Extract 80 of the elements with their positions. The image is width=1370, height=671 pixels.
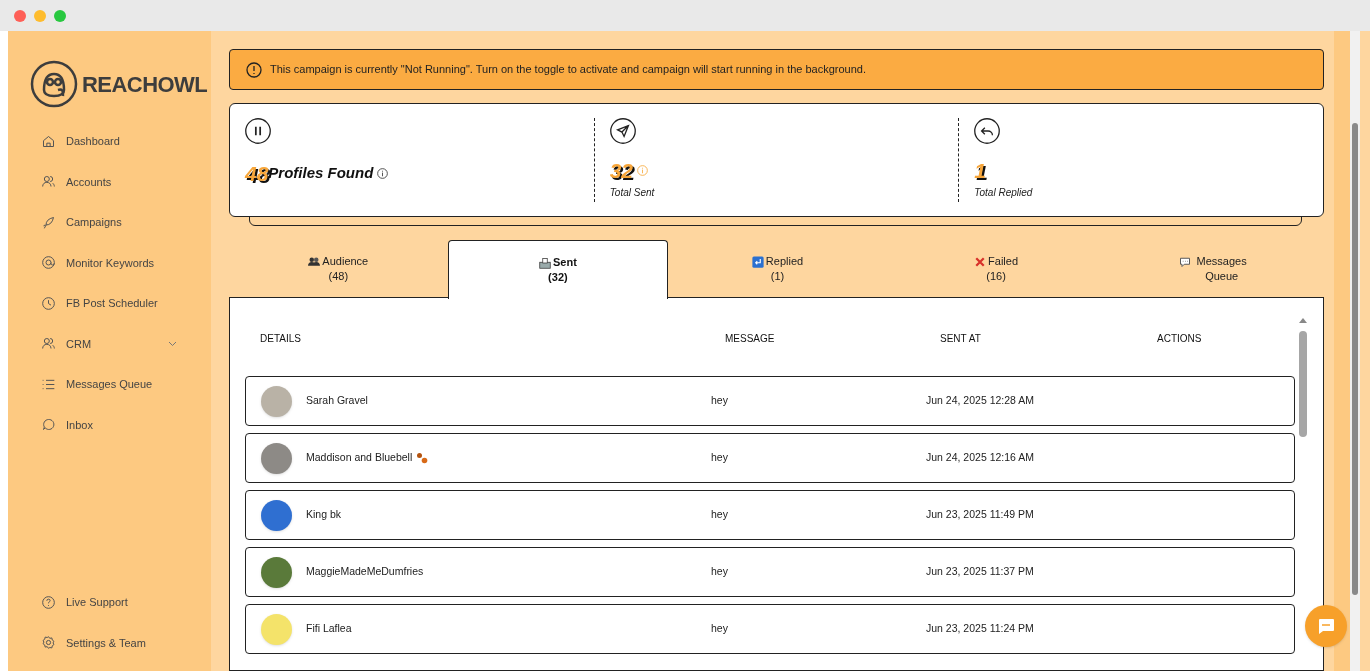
contact-name: Maddison and Bluebell: [306, 450, 413, 466]
tab[interactable]: Audience (48): [229, 240, 448, 299]
sent-time: Jun 23, 2025 11:37 PM: [926, 564, 1035, 580]
sidebar-item[interactable]: Accounts: [8, 161, 211, 202]
sidebar-item[interactable]: Dashboard: [8, 121, 211, 162]
send-icon: [609, 118, 636, 145]
users-icon: [41, 174, 56, 190]
tab[interactable]: Messages Queue: [1105, 240, 1324, 299]
avatar: [261, 613, 292, 645]
chevron-down-icon: [168, 340, 177, 347]
sent-time: Jun 24, 2025 12:28 AM: [926, 393, 1035, 409]
at-sign-icon: [41, 255, 56, 271]
table-row[interactable]: Fifi Laflea hey Jun 23, 2025 11:24 PM: [245, 604, 1295, 655]
contact-name: Sarah Gravel: [306, 393, 368, 409]
home-icon: [41, 133, 56, 149]
stat-label: Profiles Found: [268, 163, 374, 184]
brand-name: REACHOWL: [82, 70, 208, 99]
table-row[interactable]: Sarah Gravel hey Jun 24, 2025 12:28 AM: [245, 376, 1295, 427]
stat-number: 32: [609, 160, 634, 182]
scrollbar-thumb[interactable]: [1299, 331, 1307, 438]
table-row[interactable]: King bk hey Jun 23, 2025 11:49 PM: [245, 490, 1295, 541]
column-header: DETAILS: [260, 331, 302, 346]
warning-icon: [246, 61, 262, 78]
tray-icon: [538, 256, 551, 269]
cross-icon: [974, 256, 987, 269]
sidebar-item[interactable]: Settings & Team: [8, 622, 211, 663]
sidebar-item[interactable]: Monitor Keywords: [8, 242, 211, 283]
sidebar-item[interactable]: Live Support: [8, 582, 211, 623]
stat-number: 48: [245, 163, 269, 184]
column-header: MESSAGE: [725, 331, 776, 346]
message-text: hey: [711, 564, 729, 580]
tab[interactable]: Sent (32): [447, 240, 669, 300]
sent-time: Jun 23, 2025 11:49 PM: [926, 507, 1035, 523]
sidebar-item[interactable]: Inbox: [8, 404, 211, 445]
contact-name: Fifi Laflea: [306, 621, 352, 637]
stat-label: Total Replied: [974, 186, 1034, 201]
sent-time: Jun 24, 2025 12:16 AM: [926, 450, 1035, 466]
message-text: hey: [711, 621, 729, 637]
alert-message: This campaign is currently "Not Running". Turn on the toggle to activate and campaign will start running in the background.: [270, 62, 867, 78]
close-button[interactable]: [14, 9, 26, 22]
column-header: SENT AT: [940, 331, 982, 346]
contact-name: MaggieMadeMeDumfries: [306, 564, 424, 580]
info-icon: [377, 168, 389, 179]
settings-icon: [41, 635, 56, 651]
minimize-button[interactable]: [34, 9, 46, 22]
message-text: hey: [711, 393, 729, 409]
stat-label: Total Sent: [609, 186, 656, 201]
scrollbar-thumb[interactable]: [1352, 123, 1358, 595]
chat-icon: [1316, 616, 1336, 636]
table-row[interactable]: Maddison and Bluebell hey Jun 24, 2025 12:16 AM: [245, 433, 1295, 484]
page-scrollbar[interactable]: [1350, 31, 1360, 671]
avatar: [261, 385, 292, 417]
sidebar-item[interactable]: CRM: [8, 323, 211, 364]
sidebar-item[interactable]: Campaigns: [8, 202, 211, 243]
message-text: hey: [711, 450, 729, 466]
sidebar-item[interactable]: Messages Queue: [8, 364, 211, 405]
tab[interactable]: Replied (1): [668, 240, 887, 299]
help-icon: [41, 594, 56, 610]
column-header: ACTIONS: [1157, 331, 1203, 346]
speech-bubble-icon: [41, 417, 56, 433]
contact-name: King bk: [306, 507, 342, 523]
avatar: [261, 442, 292, 474]
tab[interactable]: Failed (16): [886, 240, 1106, 299]
pause-icon: [245, 118, 271, 145]
people-icon: [308, 256, 321, 269]
avatar: [261, 556, 292, 588]
stat-number: 1: [974, 160, 987, 182]
owl-logo-icon: [30, 60, 78, 108]
reply-icon: [974, 118, 1001, 145]
speech-bubble-icon: [1178, 256, 1191, 269]
sidebar-item[interactable]: FB Post Scheduler: [8, 283, 211, 324]
table-row[interactable]: MaggieMadeMeDumfries hey Jun 23, 2025 11:37 PM: [245, 547, 1295, 598]
sent-time: Jun 23, 2025 11:24 PM: [926, 621, 1035, 637]
clock-icon: [41, 295, 56, 311]
users-icon: [41, 336, 56, 352]
message-text: hey: [711, 507, 729, 523]
info-icon: [637, 165, 649, 177]
zoom-button[interactable]: [54, 9, 66, 22]
avatar: [261, 499, 292, 531]
scroll-up-arrow-icon[interactable]: [1299, 318, 1307, 324]
